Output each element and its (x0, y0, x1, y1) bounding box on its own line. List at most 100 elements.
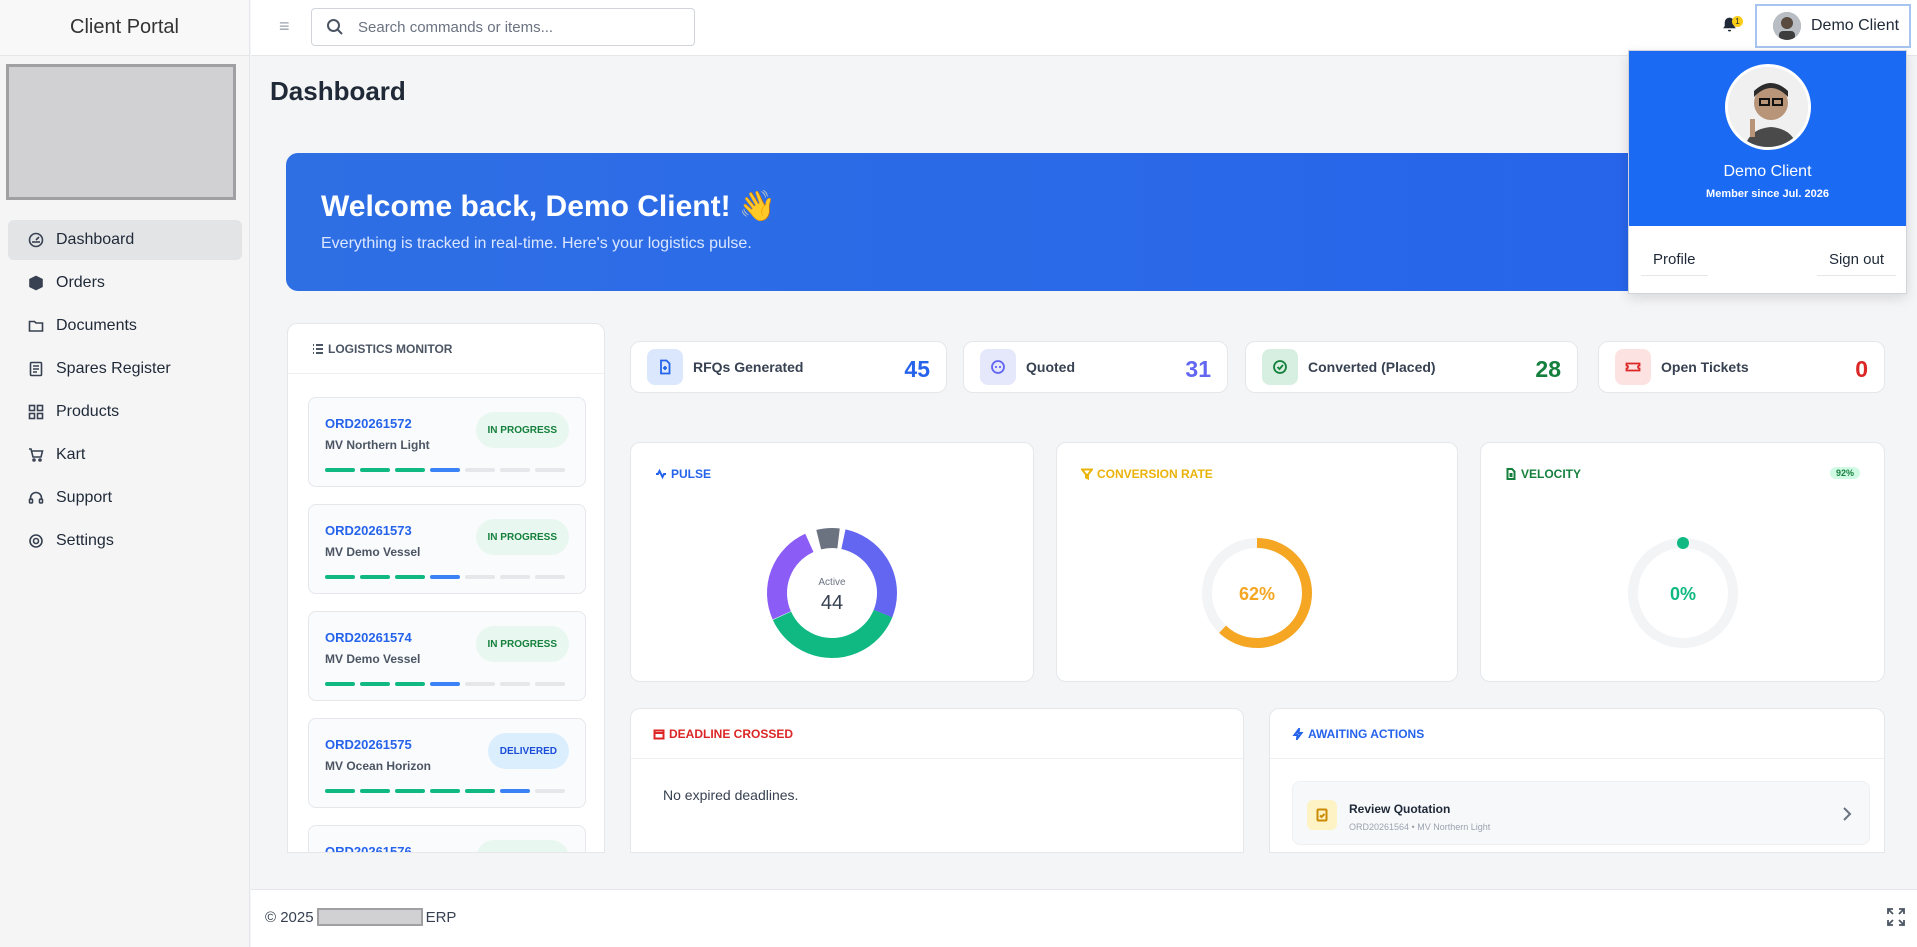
order-vessel: MV Northern Light (325, 438, 430, 452)
list-icon (313, 343, 323, 354)
conversion-value: 62% (1239, 584, 1275, 604)
profile-button[interactable]: Profile (1641, 244, 1708, 276)
user-avatar-large (1725, 64, 1811, 150)
quote-bubble-icon (980, 349, 1016, 385)
top-bar: ≡ 1 Demo Client (251, 0, 1917, 56)
order-progress-track (325, 468, 565, 472)
user-name: Demo Client (1811, 17, 1900, 34)
velocity-value: 0% (1669, 584, 1695, 604)
action-title: Review Quotation (1349, 802, 1451, 816)
sidebar-item-support[interactable]: Support (8, 478, 242, 518)
action-subtitle: ORD20261564 • MV Northern Light (1349, 822, 1491, 832)
progress-segment (325, 682, 355, 686)
pulse-title: PULSE (671, 467, 712, 481)
progress-segment (465, 575, 495, 579)
sidebar-item-label: Spares Register (56, 360, 171, 377)
velocity-card: VELOCITY 92% 0% (1480, 442, 1885, 682)
activity-icon (656, 468, 666, 480)
document-icon (647, 349, 683, 385)
sidebar-item-documents[interactable]: Documents (8, 306, 242, 346)
ticket-icon (1615, 349, 1651, 385)
order-card[interactable]: ORD20261574 MV Demo Vessel IN PROGRESS (308, 611, 586, 701)
filter-icon (1081, 468, 1093, 480)
logistics-monitor-card: LOGISTICS MONITOR ORD20261572 MV Northern… (287, 323, 605, 853)
order-id[interactable]: ORD20261576 (325, 844, 412, 852)
stat-label: Quoted (1026, 359, 1075, 375)
order-id[interactable]: ORD20261572 (325, 416, 412, 431)
grid-icon (28, 404, 44, 420)
notification-bell-icon[interactable]: 1 (1721, 16, 1743, 38)
file-icon (1506, 468, 1516, 480)
progress-segment (500, 575, 530, 579)
sidebar-nav: Dashboard Orders Documents Spares Regist… (8, 220, 242, 564)
sidebar-item-label: Products (56, 403, 120, 420)
velocity-progress-dot (1676, 537, 1689, 549)
pulse-center-label: Active (818, 577, 846, 588)
sidebar-item-label: Orders (56, 274, 105, 291)
progress-segment (325, 468, 355, 472)
order-status-badge: IN PROGRESS (475, 840, 569, 852)
sign-out-button[interactable]: Sign out (1816, 244, 1896, 276)
action-item-review-quotation[interactable]: Review Quotation ORD20261564 • MV Northe… (1292, 781, 1870, 845)
order-card[interactable]: ORD20261572 MV Northern Light IN PROGRESS (308, 397, 586, 487)
order-status-badge: DELIVERED (487, 733, 569, 769)
hamburger-menu-icon[interactable]: ≡ (279, 16, 290, 37)
order-vessel: MV Demo Vessel (325, 545, 421, 559)
notification-badge: 1 (1732, 16, 1743, 27)
brand-title: Client Portal (0, 0, 249, 56)
calendar-icon (653, 729, 665, 739)
stat-card-converted[interactable]: Converted (Placed) 28 (1245, 341, 1578, 393)
stat-label: RFQs Generated (693, 359, 804, 375)
progress-segment (500, 682, 530, 686)
sidebar-item-spares-register[interactable]: Spares Register (8, 349, 242, 389)
progress-segment (465, 468, 495, 472)
user-dropdown-menu: Demo Client Member since Jul. 2026 Profi… (1628, 50, 1907, 294)
search-input[interactable] (358, 18, 678, 36)
welcome-heading: Welcome back, Demo Client! 👋 (321, 190, 777, 223)
deadline-header: DEADLINE CROSSED (631, 709, 1243, 759)
order-progress-track (325, 682, 565, 686)
progress-segment (430, 682, 460, 686)
order-id[interactable]: ORD20261573 (325, 523, 412, 538)
sidebar-item-settings[interactable]: Settings (8, 521, 242, 561)
conversion-ring-chart: 62% (1202, 538, 1312, 648)
user-menu-button[interactable]: Demo Client (1755, 4, 1911, 48)
check-circle-icon (1262, 349, 1298, 385)
logistics-monitor-title: LOGISTICS MONITOR (328, 341, 453, 356)
stat-card-quoted[interactable]: Quoted 31 (963, 341, 1228, 393)
order-id[interactable]: ORD20261575 (325, 737, 412, 752)
sidebar-item-dashboard[interactable]: Dashboard (8, 220, 242, 260)
stat-card-rfqs[interactable]: RFQs Generated 45 (630, 341, 947, 393)
company-logo (6, 64, 236, 200)
order-status-badge: IN PROGRESS (475, 412, 569, 448)
stat-card-open-tickets[interactable]: Open Tickets 0 (1598, 341, 1885, 393)
velocity-header: VELOCITY (1505, 467, 1581, 481)
order-status-badge: IN PROGRESS (475, 519, 569, 555)
sidebar-item-products[interactable]: Products (8, 392, 242, 432)
progress-segment (465, 682, 495, 686)
progress-segment (395, 789, 425, 793)
progress-segment (535, 789, 565, 793)
awaiting-title: AWAITING ACTIONS (1308, 726, 1425, 741)
sidebar-item-orders[interactable]: Orders (8, 263, 242, 303)
order-id[interactable]: ORD20261574 (325, 630, 412, 645)
progress-segment (360, 468, 390, 472)
pulse-header: PULSE (655, 467, 711, 481)
progress-segment (500, 468, 530, 472)
order-card[interactable]: ORD20261573 MV Demo Vessel IN PROGRESS (308, 504, 586, 594)
sidebar-item-label: Documents (56, 317, 137, 334)
search-box[interactable] (311, 8, 695, 46)
folder-icon (28, 318, 44, 334)
sidebar-item-kart[interactable]: Kart (8, 435, 242, 475)
progress-segment (535, 682, 565, 686)
sidebar-item-label: Dashboard (56, 231, 135, 248)
progress-segment (430, 789, 460, 793)
order-card[interactable]: ORD20261575 MV Ocean Horizon DELIVERED (308, 718, 586, 808)
order-card[interactable]: ORD20261576 IN PROGRESS (308, 825, 586, 852)
deadline-empty-message: No expired deadlines. (663, 787, 799, 803)
fullscreen-expand-icon[interactable] (1887, 908, 1905, 926)
gear-icon (28, 533, 44, 549)
cart-icon (28, 447, 44, 463)
progress-segment (535, 468, 565, 472)
redacted-company-name (316, 908, 423, 926)
